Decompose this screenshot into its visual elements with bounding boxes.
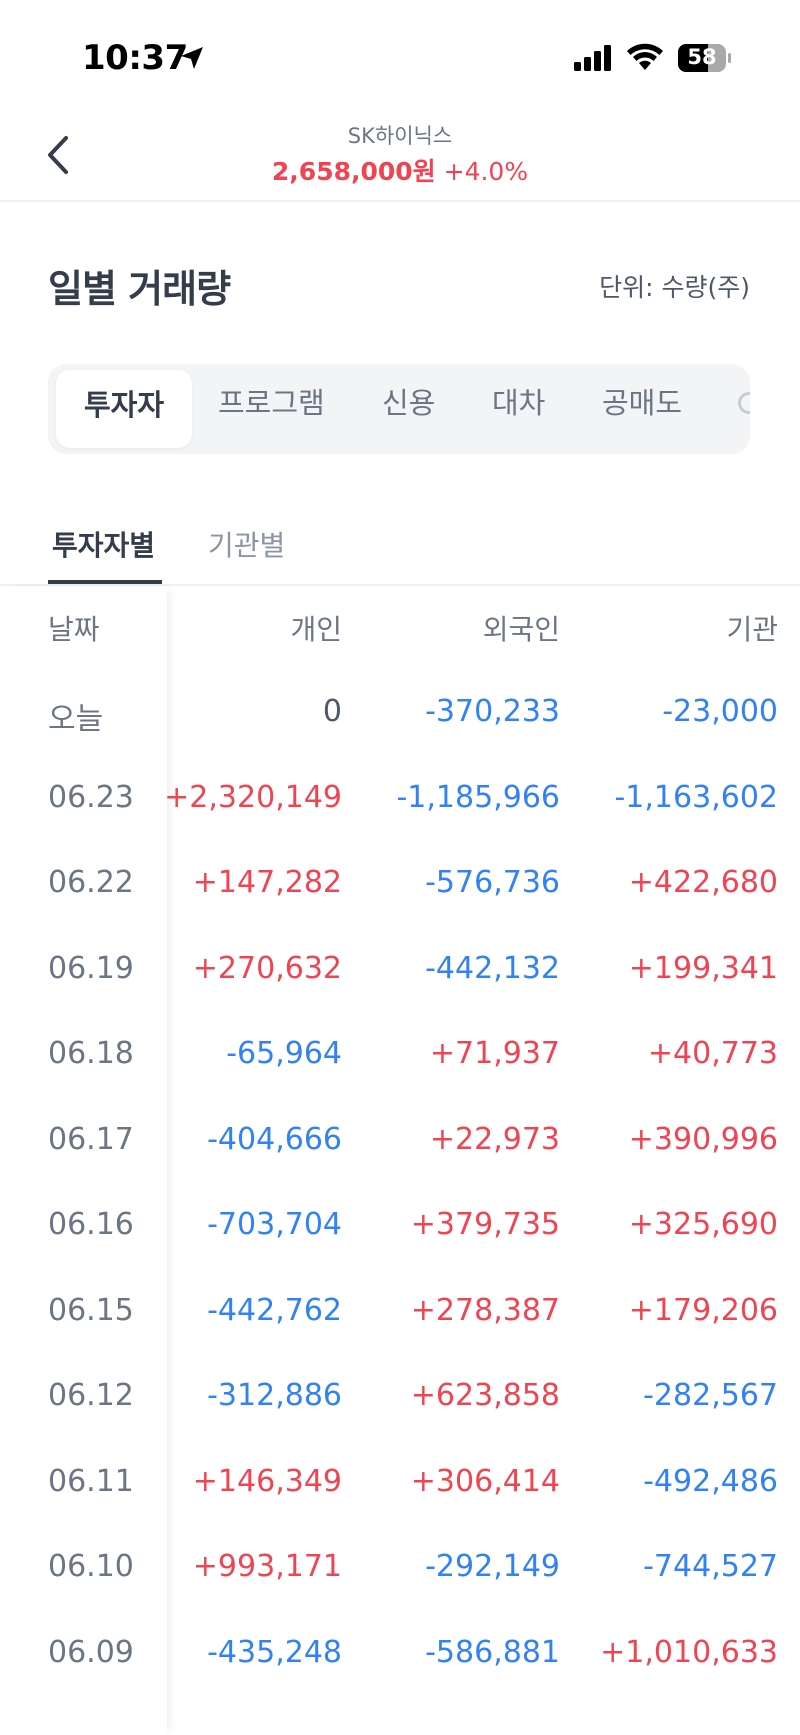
cell-date: 06.16 [48,1207,134,1242]
cell-date: 06.23 [48,779,134,815]
cell-foreign: -586,881 [425,1634,560,1670]
cell-date: 06.12 [48,1378,134,1413]
cell-date: 06.15 [48,1292,134,1328]
cell-institution: +390,996 [628,1121,778,1157]
table-row: 06.15 -442,762 +278,387 +179,206 [0,1271,800,1357]
cell-individual: -404,666 [207,1121,342,1157]
stock-name: SK하이닉스 [347,124,453,148]
table-row: 06.18 -65,964 +71,937 +40,773 [0,1014,800,1100]
cell-institution: -1,163,602 [614,779,778,815]
cell-individual: +270,632 [192,950,342,986]
cell-date: 06.09 [48,1634,134,1670]
cell-individual: +146,349 [192,1463,342,1499]
page-title: 일별 거래량 [48,267,231,311]
cell-foreign: -370,233 [425,694,560,729]
cell-foreign: +22,973 [429,1121,560,1157]
cell-date: 06.11 [48,1463,134,1499]
subtab-by-institution[interactable]: 기관별 [208,524,285,564]
cell-individual: -703,704 [207,1207,342,1242]
table-row: 06.17 -404,666 +22,973 +390,996 [0,1100,800,1186]
cell-individual: -435,248 [207,1634,342,1670]
tab-loan[interactable]: 대차 [492,364,545,454]
table-row: 오늘 0 -370,233 -23,000 [0,672,800,758]
tab-program[interactable]: 프로그램 [218,364,325,454]
cell-institution: +40,773 [647,1036,778,1071]
cell-individual: -312,886 [207,1378,342,1413]
stock-price-line: 2,658,000원 +4.0% [0,152,800,188]
table-row: 06.10 +993,171 -292,149 -744,527 [0,1527,800,1613]
unit-label: 단위: 수량(주) [599,273,750,302]
battery-level: 58 [687,45,717,69]
status-bar: 10:37 58 [0,0,800,110]
wifi-icon [627,43,663,70]
table-row: 06.09 -435,248 -586,881 +1,010,633 [0,1613,800,1699]
cell-date: 06.19 [48,950,134,986]
segment-tabs: 투자자 프로그램 신용 대차 공매도 [48,364,750,454]
cell-foreign: +623,858 [410,1378,560,1413]
cell-institution: +199,341 [628,950,778,986]
cell-date: 06.17 [48,1121,134,1157]
cell-foreign: +278,387 [410,1292,560,1328]
active-subtab-indicator [48,580,162,584]
cell-individual: +2,320,149 [164,779,342,815]
cell-date: 오늘 [48,702,104,737]
cell-institution: +325,690 [628,1207,778,1242]
location-arrow-icon [181,47,203,69]
cell-foreign: -442,132 [425,950,560,986]
stock-header: SK하이닉스 2,658,000원 +4.0% [0,110,800,202]
cell-foreign: -576,736 [425,865,560,900]
cell-individual: +147,282 [192,865,342,900]
table-row: 06.23 +2,320,149 -1,185,966 -1,163,602 [0,758,800,844]
header-individual: 개인 [290,613,342,646]
cell-date: 06.18 [48,1036,134,1071]
cell-date: 06.10 [48,1549,134,1584]
tab-investor[interactable]: 투자자 [56,370,192,448]
cellular-signal-icon [574,45,611,71]
cell-foreign: +379,735 [410,1207,560,1242]
table-row: 06.16 -703,704 +379,735 +325,690 [0,1185,800,1271]
cell-institution: -282,567 [643,1378,778,1413]
status-time: 10:37 [82,38,188,78]
cell-institution: +1,010,633 [600,1634,778,1670]
cell-institution: -23,000 [662,694,778,729]
more-tabs-icon[interactable] [738,392,750,414]
table-row: 06.12 -312,886 +623,858 -282,567 [0,1356,800,1442]
cell-foreign: +71,937 [429,1036,560,1071]
cell-institution: +422,680 [628,865,778,900]
cell-individual: -442,762 [207,1292,342,1328]
stock-price: 2,658,000원 [271,157,436,186]
header-institution: 기관 [726,613,778,646]
header-foreign: 외국인 [482,613,560,646]
table-row: 06.11 +146,349 +306,414 -492,486 [0,1442,800,1528]
header-date: 날짜 [48,613,100,646]
sub-tabs: 투자자별 기관별 [0,510,800,586]
cell-foreign: +306,414 [410,1463,560,1499]
cell-individual: +993,171 [192,1549,342,1584]
table-row: 06.19 +270,632 -442,132 +199,341 [0,929,800,1015]
table-header: 날짜 개인 외국인 기관 [0,586,800,672]
subtab-by-investor[interactable]: 투자자별 [52,524,155,564]
cell-institution: +179,206 [628,1292,778,1328]
cell-foreign: -292,149 [425,1549,560,1584]
cell-institution: -492,486 [643,1463,778,1499]
cell-foreign: -1,185,966 [396,779,560,815]
cell-institution: -744,527 [643,1549,778,1584]
table-row: 06.22 +147,282 -576,736 +422,680 [0,843,800,929]
cell-individual: -65,964 [226,1036,342,1071]
stock-change: +4.0% [443,157,529,186]
tab-short-sale[interactable]: 공매도 [602,364,682,454]
cell-date: 06.22 [48,865,134,900]
tab-credit[interactable]: 신용 [382,364,435,454]
cell-individual: 0 [322,694,342,729]
